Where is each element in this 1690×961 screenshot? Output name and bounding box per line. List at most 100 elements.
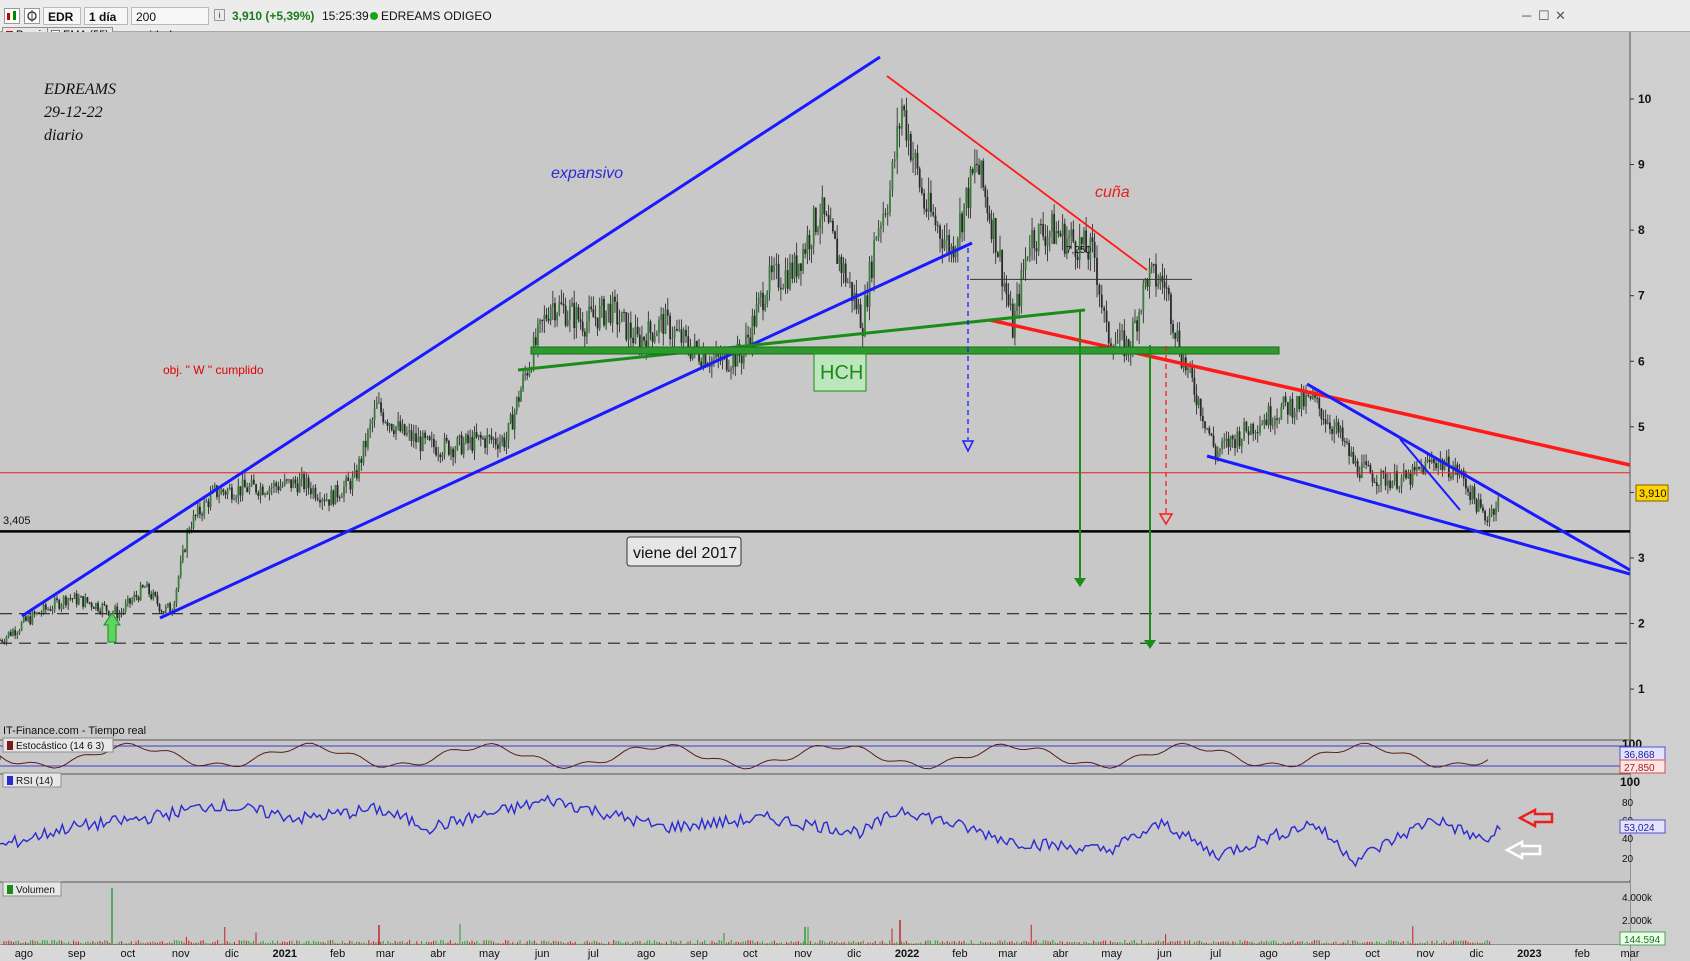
candle-body [1435,463,1437,469]
candle-body [934,215,937,226]
x-tick-label: may [479,948,500,960]
candle-body [1339,427,1342,433]
candle-body [7,631,10,637]
candle-body [625,312,628,340]
candle-body [777,263,780,288]
candle-body [207,501,210,507]
rsi-panel-bg [0,774,1630,880]
candle-body [12,629,14,636]
candle-body [44,604,47,610]
candle-body [880,225,882,229]
candle-body [1037,223,1040,252]
candle-body [373,408,376,421]
y-tick-label: 10 [1638,92,1652,106]
candle-body [727,370,730,372]
x-tick-label: mar [1621,948,1640,960]
candle-body [573,302,576,329]
candle-body [682,329,685,343]
candle-body [1136,320,1138,332]
candle-body [205,501,208,503]
candle-body [403,424,406,435]
candle-body [154,592,157,596]
candle-body [190,527,193,529]
candle-body [864,295,866,337]
candle-body [131,599,134,604]
rsi-tick-40: 40 [1622,834,1634,845]
candle-body [810,245,813,250]
candle-body [279,486,282,491]
candle-body [823,197,826,215]
candle-body [18,630,21,633]
candle-body [1391,481,1394,489]
level-label: 3,405 [3,515,31,527]
candle-body [501,437,504,443]
level-small-label: 7,250 [1066,245,1091,256]
candle-body [821,197,824,219]
candle-body [137,596,140,601]
candle-body [594,317,597,319]
candle-body [419,436,422,451]
candle-body [859,304,862,329]
candle-body [1070,229,1073,236]
candle-body [973,163,976,174]
candle-body [1152,264,1155,266]
candle-body [1464,478,1467,489]
candle-body [849,282,851,284]
candle-body [1140,310,1143,313]
candle-body [980,160,983,175]
candle-body [469,436,472,444]
candle-body [1282,396,1285,407]
candle-body [569,306,571,320]
candle-body [462,442,465,455]
y-tick-label: 5 [1638,420,1645,434]
candle-body [868,261,871,307]
candle-body [825,214,828,216]
candle-body [16,632,19,636]
candle-body [20,622,23,631]
candle-body [364,440,367,448]
candle-body [829,220,832,223]
candle-body [671,337,674,340]
candle-body [762,292,764,311]
candle-body [435,447,437,456]
candle-body [873,239,876,278]
candle-body [932,212,935,216]
candle-body [627,322,630,340]
candle-body [73,593,76,599]
candle-body [375,402,378,409]
candle-body [312,487,315,495]
candle-body [571,302,573,307]
candle-body [1068,235,1070,239]
candle-body [421,432,424,451]
candle-body [252,479,255,485]
candle-body [541,320,544,322]
candle-body [560,302,563,304]
candle-body [611,296,614,323]
x-tick-label: sep [68,948,86,960]
candle-body [408,430,411,433]
candle-body [740,355,743,364]
candle-body [266,493,269,495]
x-tick-label: abr [1053,948,1069,960]
candle-body [1331,429,1333,434]
candle-body [292,479,295,489]
candle-body [307,477,310,489]
candle-body [990,219,993,240]
candle-body [230,487,233,500]
candle-body [355,470,358,479]
price-chart[interactable]: 12345678910agosepoctnovdic2021febmarabrm… [0,0,1690,961]
candle-body [486,435,489,448]
indicator-panels [0,739,1630,961]
candle-body [351,475,354,490]
candle-body [791,262,794,279]
candle-body [1044,236,1047,246]
candle-body [349,481,352,490]
candle-body [1210,433,1213,436]
candle-body [380,402,382,413]
candle-body [192,514,195,528]
candle-body [1329,422,1331,430]
candle-body [1358,474,1361,478]
candle-body [814,207,817,233]
candle-body [133,594,136,600]
candle-body [62,596,65,605]
